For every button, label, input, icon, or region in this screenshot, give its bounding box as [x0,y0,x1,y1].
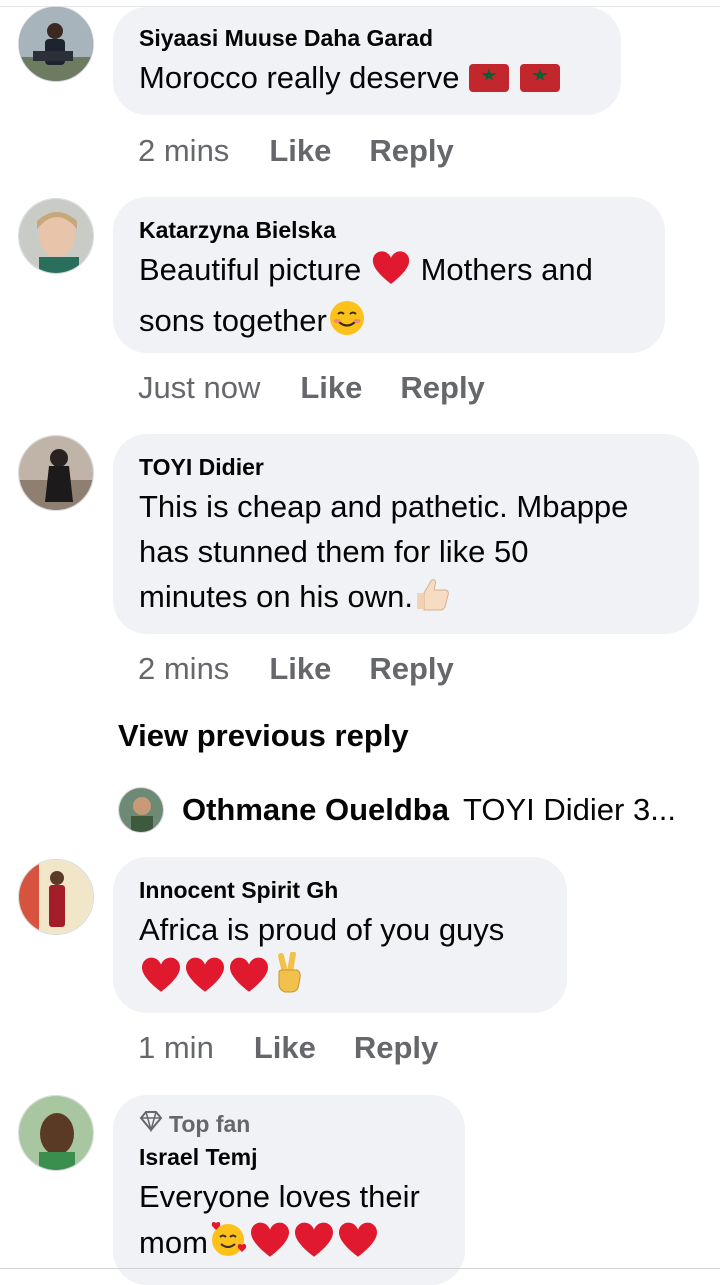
flag-morocco-icon [468,61,510,106]
like-button[interactable]: Like [269,651,331,687]
comment-time[interactable]: 1 min [138,1030,214,1066]
bottom-divider [0,1268,720,1274]
comment-bubble[interactable]: Top fan Israel Temj Everyone loves their… [113,1095,465,1285]
commenter-name[interactable]: Siyaasi Muuse Daha Garad [139,23,595,53]
commenter-name[interactable]: TOYI Didier [139,452,673,482]
view-previous-reply-link[interactable]: View previous reply [118,718,409,754]
comment-bubble[interactable]: Innocent Spirit Gh Africa is proud of yo… [113,857,567,1013]
reply-button[interactable]: Reply [369,651,453,687]
avatar-image [19,436,93,510]
comment-text-line: Africa is proud of you guys [139,912,505,947]
red-heart-icon [227,954,271,1006]
red-heart-icon [292,1219,336,1271]
comment-actions: 1 min Like Reply [138,1030,438,1066]
red-heart-icon [183,954,227,1006]
comment-bubble[interactable]: TOYI Didier This is cheap and pathetic. … [113,434,699,634]
avatar[interactable] [118,787,164,833]
comment-text-line: sons together [139,303,327,338]
avatar[interactable] [18,198,94,274]
like-button[interactable]: Like [269,133,331,169]
reply-author-name[interactable]: Othmane Oueldba [182,792,449,828]
reply-preview-text: TOYI Didier 3... [462,792,677,827]
top-divider [0,0,720,7]
smiling-face-icon [327,299,367,349]
comment-bubble[interactable]: Katarzyna Bielska Beautiful picture Moth… [113,197,665,353]
like-button[interactable]: Like [300,370,362,406]
comment-time[interactable]: 2 mins [138,133,229,169]
top-fan-label: Top fan [169,1111,251,1137]
comment-text-line: has stunned them for like 50 [139,534,529,569]
comment-text-line: Everyone loves their [139,1179,420,1214]
thumbs-up-icon [413,575,451,625]
reply-button[interactable]: Reply [369,133,453,169]
comment-time[interactable]: Just now [138,370,260,406]
avatar-image [19,199,93,273]
comment-bubble[interactable]: Siyaasi Muuse Daha Garad Morocco really … [113,7,621,115]
victory-hand-icon [271,951,307,1006]
avatar-image [19,860,93,934]
reply-button[interactable]: Reply [354,1030,438,1066]
commenter-name[interactable]: Innocent Spirit Gh [139,875,541,905]
comment-time[interactable]: 2 mins [138,651,229,687]
reply-preview[interactable]: Othmane Oueldba TOYI Didier 3... [118,786,718,834]
diamond-icon [139,1109,163,1139]
comment-text-line: This is cheap and pathetic. Mbappe [139,489,629,524]
comment-actions: 2 mins Like Reply [138,133,454,169]
avatar[interactable] [18,859,94,935]
red-heart-icon [248,1219,292,1271]
comment-text: Morocco really deserve [139,60,460,95]
red-heart-icon [139,954,183,1006]
comment-text-line: Mothers and [420,252,593,287]
avatar-image [119,788,163,832]
commenter-name[interactable]: Katarzyna Bielska [139,215,639,245]
smiling-face-with-hearts-icon [208,1219,248,1271]
comment-text-line: mom [139,1225,208,1260]
comment-text-line: minutes on his own. [139,579,413,614]
comment-actions: Just now Like Reply [138,370,485,406]
commenter-name[interactable]: Israel Temj [139,1142,439,1172]
red-heart-icon [336,1219,380,1271]
avatar[interactable] [18,6,94,82]
flag-morocco-icon [519,61,561,106]
top-fan-badge: Top fan [139,1109,439,1139]
avatar-image [19,1096,93,1170]
avatar[interactable] [18,1095,94,1171]
reply-button[interactable]: Reply [400,370,484,406]
comment-actions: 2 mins Like Reply [138,651,454,687]
comment-text-line: Beautiful picture [139,252,362,287]
red-heart-icon [370,248,412,298]
avatar[interactable] [18,435,94,511]
avatar-image [19,7,93,81]
like-button[interactable]: Like [254,1030,316,1066]
